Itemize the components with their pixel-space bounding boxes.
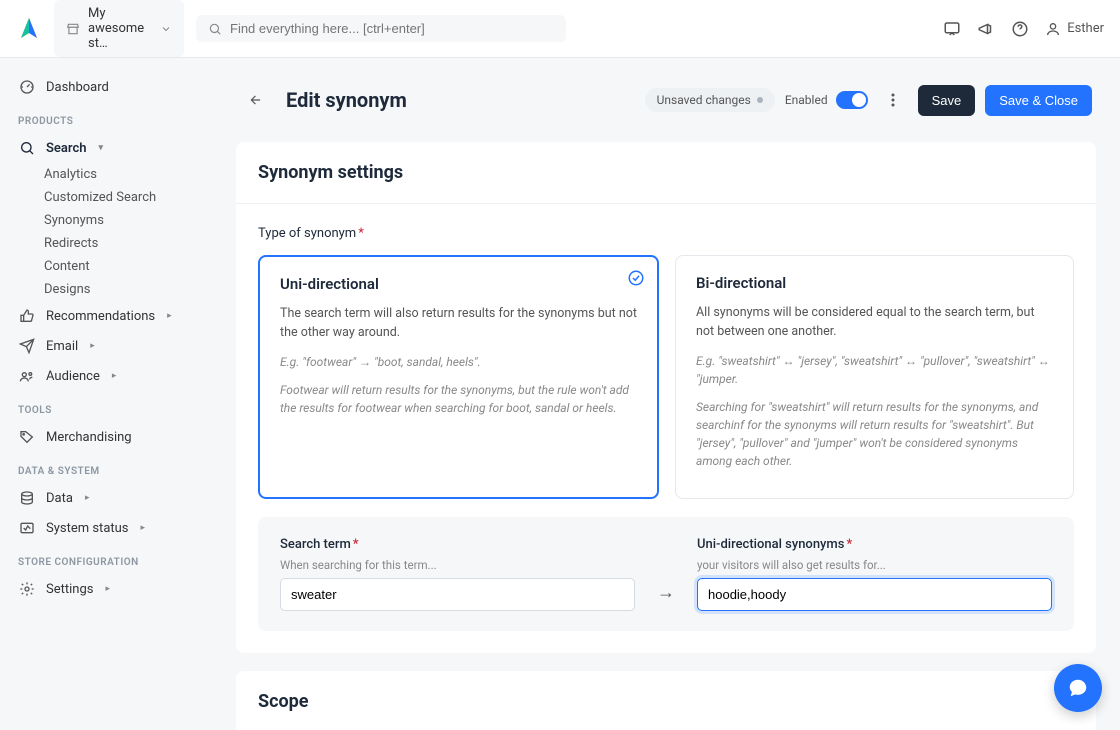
- user-name: Esther: [1067, 21, 1104, 36]
- database-icon: [18, 489, 36, 507]
- thumbs-up-icon: [18, 307, 36, 325]
- sidebar-item-data[interactable]: Data ▸: [0, 483, 212, 513]
- enabled-toggle[interactable]: [836, 91, 868, 109]
- help-icon[interactable]: [1011, 20, 1029, 38]
- dot-icon: [757, 97, 763, 103]
- section-data: DATA & SYSTEM: [0, 460, 212, 483]
- send-icon: [18, 337, 36, 355]
- activity-icon: [18, 519, 36, 537]
- page-title: Edit synonym: [286, 88, 407, 112]
- sidebar-subitem-content[interactable]: Content: [44, 255, 212, 278]
- search-term-help: When searching for this term...: [280, 558, 635, 572]
- chat-icon[interactable]: [943, 20, 961, 38]
- dashboard-icon: [18, 78, 36, 96]
- sidebar-subitem-customized-search[interactable]: Customized Search: [44, 186, 212, 209]
- user-menu[interactable]: Esther: [1045, 21, 1104, 37]
- type-option-uni[interactable]: Uni-directional The search term will als…: [258, 255, 659, 499]
- section-tools: TOOLS: [0, 399, 212, 422]
- save-button[interactable]: Save: [918, 85, 976, 116]
- bi-note: Searching for "sweatshirt" will return r…: [696, 398, 1053, 470]
- store-label: My awesome st…: [88, 6, 152, 51]
- search-icon: [208, 22, 222, 36]
- sidebar-item-merchandising[interactable]: Merchandising: [0, 422, 212, 452]
- chevron-right-icon: ▸: [141, 523, 146, 533]
- synonyms-input[interactable]: [697, 578, 1052, 611]
- tag-icon: [18, 428, 36, 446]
- type-option-bi[interactable]: Bi-directional All synonyms will be cons…: [675, 255, 1074, 499]
- sidebar-subitem-synonyms[interactable]: Synonyms: [44, 209, 212, 232]
- search-input[interactable]: [230, 21, 554, 36]
- chat-launcher[interactable]: [1054, 664, 1102, 712]
- sidebar-item-search[interactable]: Search ▾: [0, 133, 212, 163]
- bi-desc: All synonyms will be considered equal to…: [696, 304, 1053, 342]
- sidebar-subitem-designs[interactable]: Designs: [44, 278, 212, 301]
- uni-desc: The search term will also return results…: [280, 305, 637, 343]
- audience-icon: [18, 367, 36, 385]
- chevron-right-icon: ▸: [112, 371, 117, 381]
- sidebar-subitem-analytics[interactable]: Analytics: [44, 163, 212, 186]
- settings-card-title: Synonym settings: [258, 162, 1074, 183]
- announcement-icon[interactable]: [977, 20, 995, 38]
- synonyms-label: Uni-directional synonyms*: [697, 537, 1052, 552]
- sidebar-item-email[interactable]: Email ▸: [0, 331, 212, 361]
- store-selector[interactable]: My awesome st…: [54, 0, 184, 57]
- type-label: Type of synonym*: [258, 226, 1074, 241]
- uni-eg: E.g. "footwear" → "boot, sandal, heels".: [280, 353, 637, 371]
- chevron-right-icon: ▸: [90, 341, 95, 351]
- enabled-toggle-group: Enabled: [785, 91, 868, 109]
- sidebar-item-recommendations[interactable]: Recommendations ▸: [0, 301, 212, 331]
- chevron-down-icon: ▾: [99, 143, 104, 153]
- global-search[interactable]: [196, 15, 566, 42]
- scope-title: Scope: [258, 691, 1074, 712]
- arrow-right-icon: →: [651, 582, 681, 611]
- chevron-right-icon: ▸: [105, 584, 110, 594]
- chevron-right-icon: ▸: [85, 493, 90, 503]
- store-icon: [66, 22, 80, 36]
- bi-eg: E.g. "sweatshirt" ↔ "jersey", "sweatshir…: [696, 352, 1053, 388]
- chevron-right-icon: ▸: [167, 311, 172, 321]
- user-icon: [1045, 21, 1061, 37]
- logo: [16, 16, 42, 42]
- section-store: STORE CONFIGURATION: [0, 551, 212, 574]
- gear-icon: [18, 580, 36, 598]
- sidebar-item-dashboard[interactable]: Dashboard: [0, 72, 212, 102]
- sidebar-subitem-redirects[interactable]: Redirects: [44, 232, 212, 255]
- uni-note: Footwear will return results for the syn…: [280, 381, 637, 417]
- save-close-button[interactable]: Save & Close: [985, 85, 1092, 116]
- search-term-label: Search term*: [280, 537, 635, 552]
- search-nav-icon: [18, 139, 36, 157]
- sidebar-item-settings[interactable]: Settings ▸: [0, 574, 212, 604]
- back-button[interactable]: [240, 84, 272, 116]
- search-term-input[interactable]: [280, 578, 635, 611]
- check-circle-icon: [627, 269, 645, 287]
- chevron-down-icon: [160, 23, 172, 35]
- more-menu-button[interactable]: [878, 85, 908, 115]
- section-products: PRODUCTS: [0, 110, 212, 133]
- bi-title: Bi-directional: [696, 274, 1053, 292]
- uni-title: Uni-directional: [280, 275, 637, 293]
- unsaved-badge: Unsaved changes: [645, 88, 775, 112]
- synonyms-help: your visitors will also get results for.…: [697, 558, 1052, 572]
- sidebar-item-system-status[interactable]: System status ▸: [0, 513, 212, 543]
- sidebar-item-audience[interactable]: Audience ▸: [0, 361, 212, 391]
